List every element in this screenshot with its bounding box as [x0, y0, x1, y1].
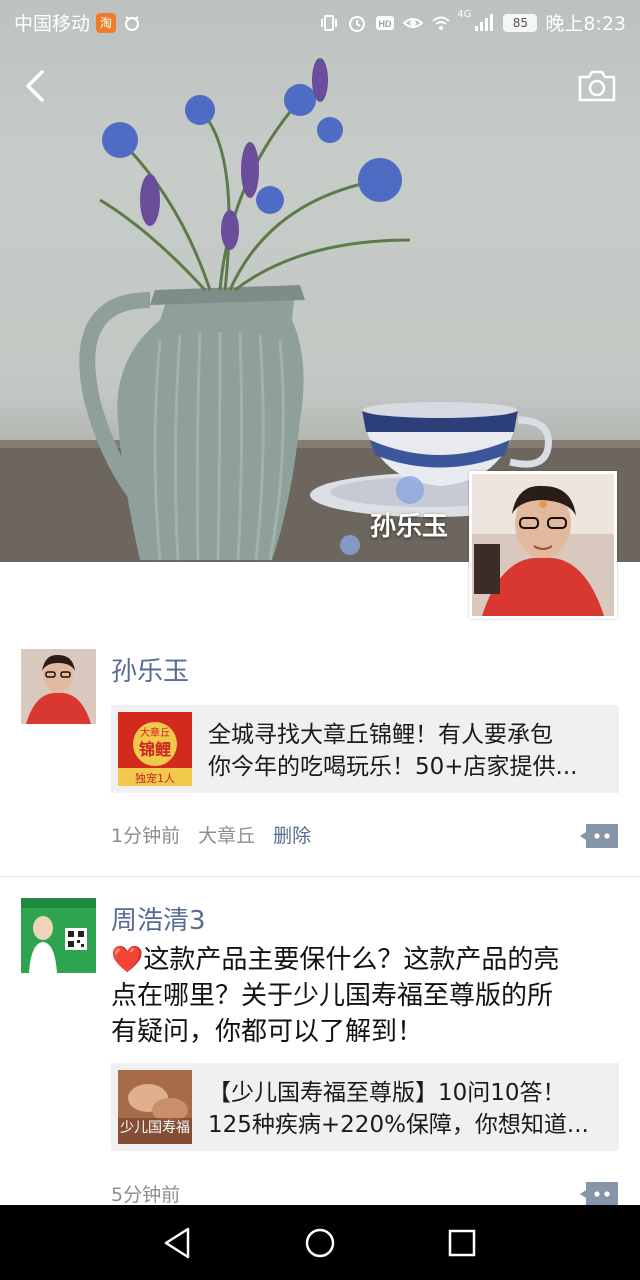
wifi-icon — [432, 16, 450, 30]
post-author-avatar[interactable] — [21, 649, 96, 724]
post-author-avatar[interactable] — [21, 898, 96, 973]
delete-link[interactable]: 删除 — [273, 821, 311, 848]
link-thumbnail: 少儿国寿福 — [118, 1070, 192, 1144]
avatar-photo — [472, 474, 614, 616]
comment-icon[interactable] — [580, 1180, 620, 1208]
link-title-line2: 125种疾病+220%保障，你想知道... — [208, 1112, 589, 1138]
carrier-label: 中国移动 — [14, 13, 91, 35]
vibrate-icon — [321, 14, 338, 31]
network-type-label: 4G — [457, 9, 472, 20]
thumb-text-mid: 锦鲤 — [138, 740, 171, 759]
battery-icon: 85 — [503, 13, 538, 32]
post-time: 5分钟前 — [111, 1184, 181, 1206]
post-meta: 1分钟前 大章丘 删除 — [111, 821, 329, 848]
post-text: ❤️这款产品主要保什么？这款产品的亮 点在哪里？关于少儿国寿福至尊版的所 有疑问… — [111, 942, 611, 1050]
post-text-line1: ❤️这款产品主要保什么？这款产品的亮 — [111, 945, 560, 975]
system-nav-bar — [0, 1205, 640, 1280]
clock-time: 晚上8:23 — [545, 13, 626, 35]
camera-icon[interactable] — [576, 68, 618, 104]
avatar-photo — [21, 898, 96, 973]
signal-icon — [475, 13, 494, 31]
post-author-name[interactable]: 周浩清3 — [111, 900, 206, 937]
svg-text:HD: HD — [379, 19, 392, 29]
link-title-line2: 你今年的吃喝玩乐！50+店家提供... — [208, 754, 578, 780]
back-icon[interactable] — [18, 64, 54, 108]
nav-recents-icon[interactable] — [442, 1223, 482, 1263]
alarm-app-icon — [125, 15, 140, 31]
post-meta: 5分钟前 — [111, 1180, 198, 1207]
post-author-name[interactable]: 孙乐玉 — [111, 651, 189, 688]
cover-username: 孙乐玉 — [369, 512, 448, 542]
thumb-text: 少儿国寿福 — [120, 1120, 190, 1136]
link-title-line1: 全城寻找大章丘锦鲤！有人要承包 — [208, 722, 553, 748]
taobao-icon: 淘 — [96, 12, 117, 33]
link-thumbnail: 大章丘 锦鲤 独宠1人 — [118, 712, 192, 786]
post-time: 1分钟前 — [111, 825, 181, 847]
nav-home-icon[interactable] — [300, 1223, 340, 1263]
shared-link-card[interactable]: 少儿国寿福 【少儿国寿福至尊版】10问10答！ 125种疾病+220%保障，你想… — [111, 1063, 619, 1151]
avatar-photo — [21, 649, 96, 724]
post-divider — [0, 876, 640, 877]
post-location[interactable]: 大章丘 — [198, 821, 255, 848]
status-right: HD 4G 85 晚上8:23 — [311, 9, 626, 36]
eye-icon — [403, 17, 424, 28]
status-left: 中国移动 淘 — [14, 9, 142, 36]
comment-icon[interactable] — [580, 822, 620, 850]
hd-icon: HD — [376, 15, 395, 30]
alarm-icon — [349, 15, 366, 32]
nav-back-icon[interactable] — [158, 1223, 198, 1263]
thumb-text-bottom: 独宠1人 — [135, 772, 175, 785]
shared-link-card[interactable]: 大章丘 锦鲤 独宠1人 全城寻找大章丘锦鲤！有人要承包 你今年的吃喝玩乐！50+… — [111, 705, 619, 793]
post-text-line3: 有疑问，你都可以了解到！ — [111, 1017, 424, 1047]
link-title-line1: 【少儿国寿福至尊版】10问10答！ — [208, 1080, 566, 1106]
profile-avatar[interactable] — [469, 471, 617, 619]
moments-screen: 中国移动 淘 HD 4G 85 晚上8:23 孙乐玉 孙乐玉 大章丘 锦鲤 独宠… — [0, 0, 640, 1280]
post-text-line2: 点在哪里？关于少儿国寿福至尊版的所 — [111, 981, 554, 1011]
status-bar: 中国移动 淘 HD 4G 85 晚上8:23 — [0, 0, 640, 44]
